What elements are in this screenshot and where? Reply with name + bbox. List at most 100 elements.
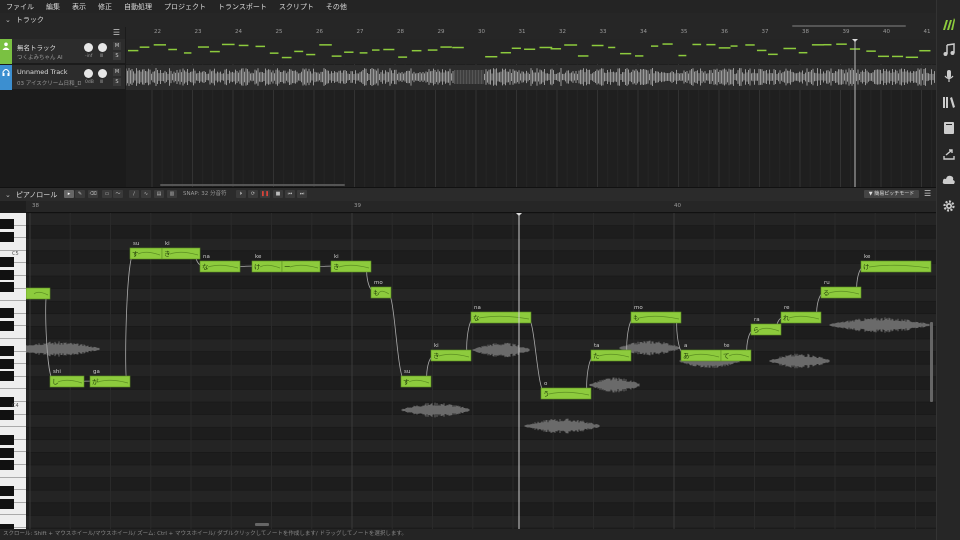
cloud-icon[interactable] bbox=[942, 173, 956, 187]
music-note-icon[interactable] bbox=[942, 43, 956, 57]
mute-button[interactable]: M bbox=[113, 68, 121, 76]
note[interactable] bbox=[26, 287, 51, 300]
mini-note bbox=[524, 48, 536, 51]
loop-button[interactable]: ⟳ bbox=[248, 190, 258, 198]
mini-note bbox=[564, 44, 578, 46]
mini-note bbox=[919, 49, 931, 52]
black-key[interactable] bbox=[0, 270, 14, 280]
mini-note bbox=[139, 46, 150, 48]
menu-transport[interactable]: トランスポート bbox=[218, 2, 267, 12]
black-key[interactable] bbox=[0, 435, 14, 445]
fast-forward-button[interactable]: ⏭ bbox=[297, 190, 307, 198]
menu-project[interactable]: プロジェクト bbox=[164, 2, 206, 12]
black-key[interactable] bbox=[0, 460, 14, 470]
note-lyric: う bbox=[543, 390, 550, 398]
track-row-vocal[interactable]: 無名トラック つくよみちゃん AI -inf Ⅲ M S bbox=[0, 39, 125, 64]
mini-note bbox=[306, 53, 316, 56]
track-menu-icon[interactable]: ☰ bbox=[113, 28, 120, 37]
menu-file[interactable]: ファイル bbox=[6, 2, 34, 12]
mini-note bbox=[783, 47, 797, 50]
eraser-tool-button[interactable]: ⌫ bbox=[88, 190, 98, 198]
snap-setting[interactable]: SNAP: 32 分音符 bbox=[183, 190, 227, 198]
waveform-view-button[interactable]: ▥ bbox=[167, 190, 177, 198]
note[interactable]: ー bbox=[281, 260, 321, 273]
black-key[interactable] bbox=[0, 346, 14, 356]
note-lyric: な bbox=[202, 263, 209, 271]
play-from-start-button[interactable]: ⏵ bbox=[236, 190, 246, 198]
curve-tool-button[interactable]: ∿ bbox=[141, 190, 151, 198]
volume-knob[interactable] bbox=[84, 43, 93, 52]
mini-note bbox=[383, 48, 395, 51]
rewind-button[interactable]: ⏮ bbox=[285, 190, 295, 198]
headphones-icon bbox=[2, 69, 10, 76]
microphone-icon[interactable] bbox=[942, 69, 956, 83]
mini-note bbox=[892, 55, 904, 58]
note-body[interactable] bbox=[26, 287, 51, 300]
track-timeline[interactable]: 22 23 24 25 26 27 28 29 30 31 32 33 34 35 36 37 38 39 40 41 bbox=[126, 27, 936, 187]
collapse-chevron-icon[interactable]: ⌄ bbox=[5, 191, 11, 199]
pan-knob[interactable] bbox=[98, 43, 107, 52]
piano-roll-horizontal-scrollbar[interactable] bbox=[255, 523, 269, 526]
track-name[interactable]: Unnamed Track bbox=[17, 68, 68, 76]
note-lyric: き bbox=[164, 250, 171, 258]
library-icon[interactable] bbox=[942, 95, 956, 109]
piano-roll-menu-icon[interactable]: ☰ bbox=[924, 189, 931, 198]
pan-knob[interactable] bbox=[98, 69, 107, 78]
solo-button[interactable]: S bbox=[113, 78, 121, 86]
line-tool-button[interactable]: ∕ bbox=[129, 190, 139, 198]
grid-view-button[interactable]: ▤ bbox=[154, 190, 164, 198]
note-lyric: し bbox=[52, 378, 59, 386]
menu-other[interactable]: その他 bbox=[326, 2, 347, 12]
vocal-lane[interactable] bbox=[126, 39, 936, 64]
track-horizontal-scrollbar[interactable] bbox=[160, 184, 345, 186]
black-key[interactable] bbox=[0, 321, 14, 331]
piano-roll-grid[interactable]: し shi が ga す su き ki な na け ke ーき ki も mo す su き ki な na う o た ta… bbox=[26, 213, 936, 529]
mini-note bbox=[359, 52, 368, 54]
black-key[interactable] bbox=[0, 359, 14, 369]
mini-note bbox=[756, 49, 767, 52]
black-key[interactable] bbox=[0, 499, 14, 509]
black-key[interactable] bbox=[0, 410, 14, 420]
piano-roll-ruler[interactable]: 38 39 40 bbox=[26, 201, 936, 213]
collapse-chevron-icon[interactable]: ⌄ bbox=[5, 16, 11, 24]
note-tool-button[interactable]: ▭ bbox=[102, 190, 112, 198]
mini-note bbox=[706, 43, 716, 46]
black-key[interactable] bbox=[0, 219, 14, 229]
pitch-tool-button[interactable]: 〜 bbox=[113, 190, 123, 198]
note-phoneme: ke bbox=[255, 254, 262, 260]
piano-roll-canvas[interactable]: しshiがgaすsuきkiなnaけkeー きkiもmoすsuきkiなnaうoたta… bbox=[26, 213, 936, 529]
book-icon[interactable] bbox=[942, 121, 956, 135]
black-key[interactable] bbox=[0, 257, 14, 267]
track-name[interactable]: 無名トラック bbox=[17, 42, 56, 52]
black-key[interactable] bbox=[0, 448, 14, 458]
track-row-audio[interactable]: Unnamed Track 03 アイスクリーム日和_D... 0dB Ⅲ M … bbox=[0, 65, 125, 90]
pitch-mode-dropdown[interactable]: ▼ 簡易ピッチモード bbox=[864, 190, 919, 198]
menu-edit[interactable]: 編集 bbox=[46, 2, 60, 12]
menu-script[interactable]: スクリプト bbox=[279, 2, 314, 12]
solo-button[interactable]: S bbox=[113, 52, 121, 60]
black-key[interactable] bbox=[0, 486, 14, 496]
note-lyric: も bbox=[373, 289, 380, 297]
black-key[interactable] bbox=[0, 308, 14, 318]
timeline-canvas[interactable] bbox=[126, 27, 936, 187]
export-icon[interactable] bbox=[942, 147, 956, 161]
piano-roll-vertical-scrollbar[interactable] bbox=[930, 322, 933, 402]
track-section-title: トラック bbox=[15, 16, 44, 24]
stop-button[interactable]: ■ bbox=[273, 190, 283, 198]
menu-auto[interactable]: 自動処理 bbox=[124, 2, 152, 12]
track-list-header: ☰ bbox=[0, 27, 125, 39]
volume-knob[interactable] bbox=[84, 69, 93, 78]
menu-view[interactable]: 表示 bbox=[72, 2, 86, 12]
select-tool-button[interactable]: ▸ bbox=[64, 190, 74, 198]
note-lyric: け bbox=[863, 263, 870, 271]
black-key[interactable] bbox=[0, 282, 14, 292]
gear-icon[interactable] bbox=[942, 199, 956, 213]
menu-modify[interactable]: 修正 bbox=[98, 2, 112, 12]
mini-note bbox=[730, 45, 738, 47]
pencil-tool-button[interactable]: ✎ bbox=[75, 190, 85, 198]
piano-keyboard[interactable]: C5 C4 bbox=[0, 213, 26, 529]
mute-button[interactable]: M bbox=[113, 42, 121, 50]
pause-button[interactable]: ❚❚ bbox=[260, 190, 270, 198]
black-key[interactable] bbox=[0, 232, 14, 242]
black-key[interactable] bbox=[0, 371, 14, 381]
